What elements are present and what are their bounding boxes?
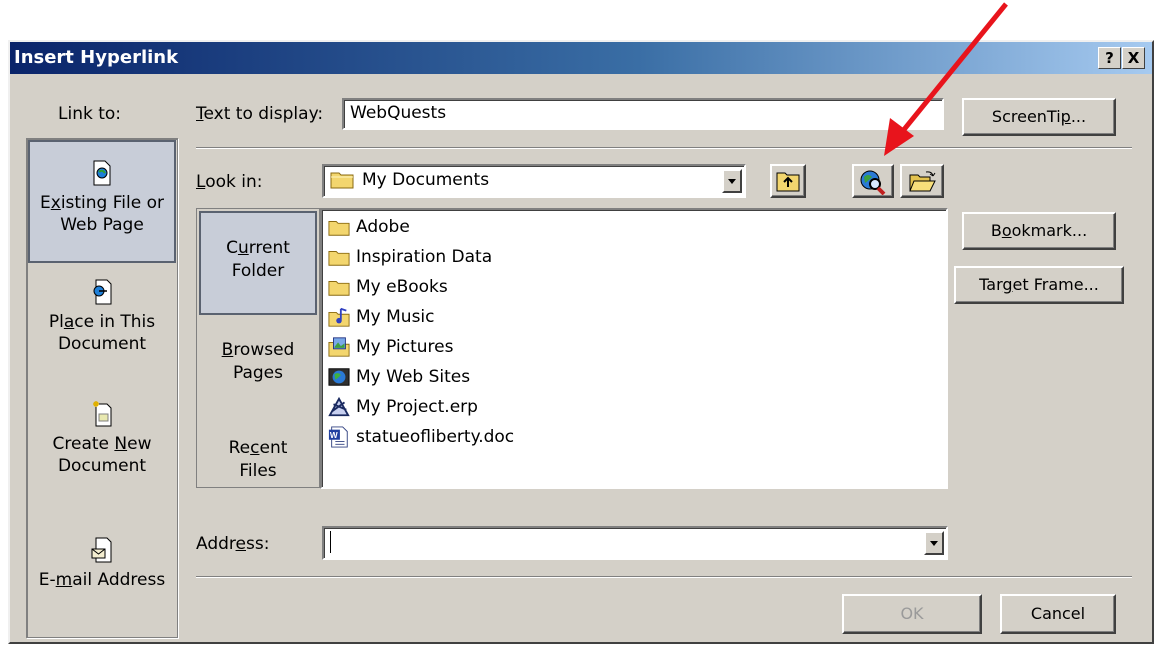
- link-to-place-in-document[interactable]: Place in This Document: [28, 279, 176, 379]
- folder-icon: [328, 281, 350, 296]
- list-item[interactable]: My eBooks: [328, 272, 448, 302]
- address-input[interactable]: [322, 526, 948, 560]
- annotation-arrow: [884, 2, 1008, 156]
- separator-bottom: [196, 576, 1132, 578]
- close-button[interactable]: X: [1122, 47, 1145, 69]
- look-in-value: My Documents: [362, 170, 490, 190]
- look-in-dropdown-arrow[interactable]: [722, 169, 742, 193]
- link-to-panel: Existing File or Web Page Place in This …: [26, 138, 178, 638]
- list-item[interactable]: Inspiration Data: [328, 242, 492, 272]
- existing-file-icon: [93, 160, 111, 186]
- browsed-pages-label: Browsed: [221, 340, 295, 360]
- link-to-create-label2: Document: [57, 456, 147, 476]
- look-in-places-bar: Current Folder Browsed Pages Recent File…: [196, 208, 320, 488]
- file-name: Adobe: [356, 217, 410, 237]
- email-address-icon: [91, 537, 112, 563]
- browse-web-button[interactable]: [852, 164, 894, 198]
- place-in-document-icon: [93, 279, 112, 305]
- link-to-existing-label2: Web Page: [60, 215, 144, 235]
- web-sites-folder-icon: [328, 368, 350, 386]
- current-folder-label2: Folder: [231, 261, 285, 281]
- file-name: My Pictures: [356, 337, 454, 357]
- look-in-dropdown[interactable]: My Documents: [322, 164, 746, 198]
- list-item[interactable]: My Music: [328, 302, 435, 332]
- folder-icon: [330, 172, 354, 189]
- file-name: My Music: [356, 307, 435, 327]
- link-to-create-new-document[interactable]: Create New Document: [28, 401, 176, 501]
- new-document-icon: [93, 401, 112, 427]
- list-item[interactable]: My Web Sites: [328, 362, 470, 392]
- chevron-down-icon: [728, 179, 736, 184]
- recent-files-button[interactable]: Recent Files: [199, 437, 317, 489]
- recent-files-label2: Files: [239, 461, 277, 481]
- chevron-down-icon: [930, 541, 938, 546]
- help-button[interactable]: ?: [1098, 47, 1121, 69]
- file-list[interactable]: Adobe Inspiration Data My eBooks My Musi…: [320, 208, 948, 489]
- erp-file-icon: [328, 396, 350, 417]
- text-to-display-input[interactable]: WebQuests: [342, 98, 944, 130]
- svg-text:W: W: [330, 431, 338, 440]
- file-name: My eBooks: [356, 277, 448, 297]
- browse-web-icon: [860, 170, 886, 196]
- link-to-existing-label: Existing File or: [40, 193, 164, 213]
- link-to-create-label: Create New: [52, 434, 152, 454]
- browsed-pages-button[interactable]: Browsed Pages: [199, 339, 317, 391]
- current-folder-label: Current: [226, 238, 290, 258]
- list-item[interactable]: Adobe: [328, 212, 410, 242]
- text-cursor: [330, 531, 331, 553]
- list-item[interactable]: My Project.erp: [328, 392, 478, 422]
- file-name: statueofliberty.doc: [356, 427, 515, 447]
- music-folder-icon: [328, 307, 350, 327]
- recent-files-label: Recent: [228, 438, 288, 458]
- current-folder-button[interactable]: Current Folder: [199, 211, 317, 315]
- text-to-display-value: WebQuests: [350, 103, 447, 123]
- text-to-display-label: Text to display:: [196, 104, 324, 124]
- link-to-place-label2: Document: [57, 334, 147, 354]
- browsed-pages-label2: Pages: [232, 363, 283, 383]
- address-label: Address:: [196, 534, 270, 554]
- list-item[interactable]: My Pictures: [328, 332, 453, 362]
- up-folder-icon: [776, 172, 800, 192]
- address-dropdown-arrow[interactable]: [924, 531, 944, 555]
- dialog-title: Insert Hyperlink: [14, 47, 179, 68]
- browse-file-button[interactable]: [900, 164, 944, 198]
- file-name: Inspiration Data: [356, 247, 493, 267]
- word-doc-icon: W: [328, 426, 348, 448]
- list-item[interactable]: W statueofliberty.doc: [328, 422, 514, 452]
- link-to-email-label: E-mail Address: [38, 570, 166, 590]
- pictures-folder-icon: [328, 337, 350, 357]
- file-name: My Project.erp: [356, 397, 478, 417]
- bookmark-button[interactable]: Bookmark...: [962, 212, 1116, 250]
- look-in-label: Look in:: [196, 172, 263, 192]
- link-to-existing-file[interactable]: Existing File or Web Page: [28, 140, 176, 263]
- ok-button[interactable]: OK: [842, 594, 982, 634]
- folder-icon: [328, 221, 350, 236]
- cancel-button[interactable]: Cancel: [1000, 594, 1116, 634]
- open-folder-icon: [909, 171, 936, 192]
- folder-icon: [328, 251, 350, 266]
- link-to-email-address[interactable]: E-mail Address: [28, 537, 176, 609]
- file-name: My Web Sites: [356, 367, 471, 387]
- up-one-folder-button[interactable]: [770, 164, 806, 198]
- link-to-place-label: Place in This: [48, 312, 156, 332]
- link-to-label: Link to:: [58, 104, 122, 124]
- target-frame-button[interactable]: Target Frame...: [954, 266, 1124, 304]
